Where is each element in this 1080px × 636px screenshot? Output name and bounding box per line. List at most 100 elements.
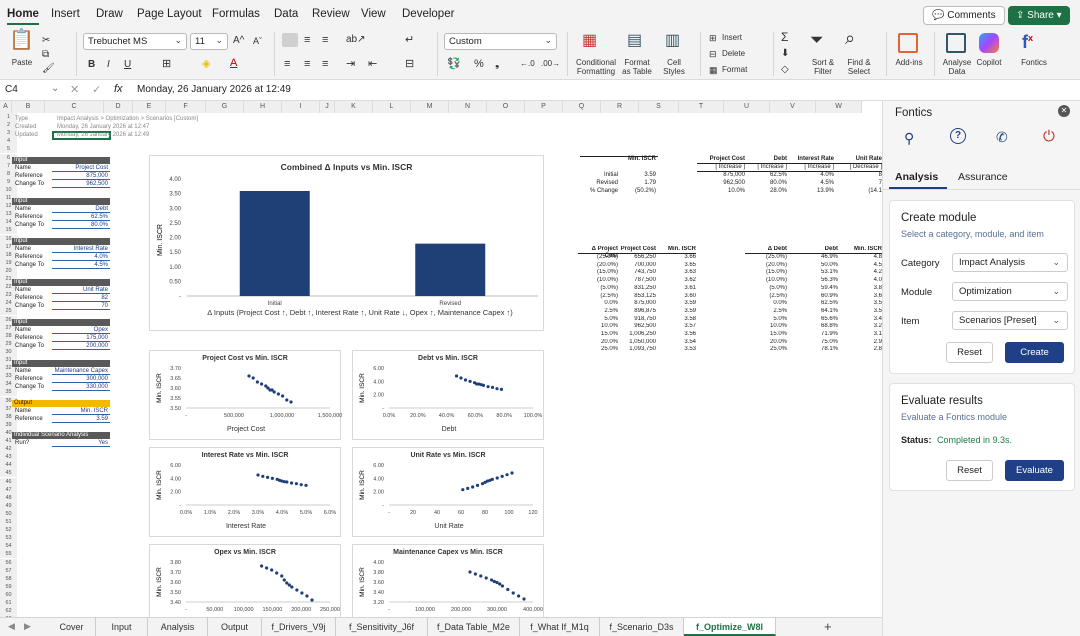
run-value[interactable]: Yes [52, 440, 110, 447]
scatter-chart[interactable]: Debt vs Min. ISCR Min. ISCR 6.00 4.00 2.00-0… [352, 350, 544, 440]
fill-color-icon[interactable]: ◈ [202, 57, 210, 71]
add-ins-label[interactable]: Add-ins [890, 58, 928, 67]
scatter-point[interactable] [461, 488, 465, 492]
row-header[interactable]: 5 [0, 145, 17, 154]
scatter-point[interactable] [500, 584, 504, 588]
row-header[interactable]: 58 [0, 574, 17, 583]
scatter-point[interactable] [475, 483, 480, 487]
enter-icon[interactable]: ✓ [92, 83, 101, 96]
input-change-to-value[interactable]: 80.0% [52, 221, 110, 229]
italic-button[interactable]: I [107, 58, 110, 72]
column-header[interactable]: G [206, 101, 244, 113]
row-header[interactable]: 54 [0, 542, 17, 551]
sheet-tab[interactable]: f_Optimize_W8l [684, 618, 776, 636]
paste-label[interactable]: Paste [8, 58, 36, 67]
tab-assurance[interactable]: Assurance [958, 171, 1008, 183]
row-header[interactable]: 55 [0, 550, 17, 559]
tab-formulas[interactable]: Formulas [212, 8, 260, 20]
scatter-point[interactable] [310, 598, 314, 602]
scatter-point[interactable] [463, 378, 468, 382]
borders-icon[interactable]: ⊞ [162, 57, 171, 71]
input-name-value[interactable]: Maintenance Capex [52, 367, 110, 375]
column-header[interactable]: C [45, 101, 104, 113]
column-header[interactable]: B [12, 101, 45, 113]
column-header[interactable]: Q [563, 101, 601, 113]
autosum-icon[interactable]: Σ [781, 30, 788, 44]
sheet-tab[interactable]: f_Drivers_V9j [262, 618, 336, 636]
scatter-point[interactable] [290, 481, 294, 485]
row-header[interactable]: 61 [0, 599, 17, 608]
scatter-point[interactable] [481, 383, 486, 387]
scatter-point[interactable] [285, 398, 289, 402]
decrease-decimal-icon[interactable]: .00→ [541, 57, 560, 71]
row-header[interactable]: 46 [0, 477, 17, 486]
delete-cells-label[interactable]: Delete [722, 49, 745, 58]
scatter-point[interactable] [299, 483, 303, 487]
scatter-point[interactable] [270, 568, 274, 572]
conditional-formatting-label[interactable]: Conditional Formatting [572, 58, 620, 76]
bold-button[interactable]: B [88, 58, 95, 72]
scatter-point[interactable] [266, 475, 270, 479]
increase-decimal-icon[interactable]: ←.0 [520, 57, 535, 71]
format-cells-icon[interactable]: ▦ [709, 63, 718, 77]
wrap-text-icon[interactable]: ↵ [405, 33, 414, 47]
connection-icon[interactable]: ⚲ [904, 130, 914, 147]
scatter-chart[interactable]: Opex vs Min. ISCR Min. ISCR 3.80 3.70 3.60 3.… [149, 544, 341, 617]
fx-icon[interactable]: fx [114, 83, 123, 95]
tab-insert[interactable]: Insert [51, 8, 80, 20]
scatter-point[interactable] [468, 379, 472, 383]
copilot-label[interactable]: Copilot [971, 58, 1007, 67]
find-select-label[interactable]: Find & Select [840, 58, 878, 76]
tab-page-layout[interactable]: Page Layout [137, 8, 202, 20]
scatter-point[interactable] [282, 578, 286, 582]
input-change-to-value[interactable]: 200,000 [52, 343, 110, 351]
row-header[interactable]: 59 [0, 582, 17, 591]
prev-sheet-icon[interactable]: ◀ [8, 621, 15, 632]
input-change-to-value[interactable]: 330,000 [52, 383, 110, 391]
tab-developer[interactable]: Developer [402, 8, 454, 20]
scatter-point[interactable] [289, 400, 293, 404]
scatter-point[interactable] [499, 387, 504, 391]
scatter-point[interactable] [251, 376, 255, 380]
combined-bar-chart[interactable]: Combined Δ Inputs vs Min. ISCR Min. ISCR… [149, 155, 544, 331]
bar[interactable] [415, 243, 486, 296]
percent-icon[interactable]: % [474, 57, 484, 71]
column-header[interactable]: A [0, 101, 12, 113]
help-icon[interactable]: ? [950, 128, 966, 144]
input-change-to-value[interactable]: 4.5% [52, 262, 110, 270]
row-header[interactable]: 43 [0, 453, 17, 462]
scatter-point[interactable] [265, 566, 269, 570]
align-left-icon[interactable]: ≡ [284, 57, 290, 71]
sheet-tab[interactable]: Output [208, 618, 262, 636]
scatter-point[interactable] [295, 588, 299, 592]
scatter-point[interactable] [256, 473, 260, 477]
power-icon[interactable]: ⏻ [1043, 128, 1055, 145]
scatter-point[interactable] [495, 580, 499, 585]
scatter-point[interactable] [281, 394, 285, 398]
evaluate-button[interactable]: Evaluate [1005, 460, 1064, 481]
scatter-point[interactable] [287, 583, 291, 587]
row-header[interactable]: 60 [0, 590, 17, 599]
tab-analysis[interactable]: Analysis [895, 171, 938, 183]
input-reference-value[interactable]: 175,000 [52, 335, 110, 343]
sort-filter-label[interactable]: Sort & Filter [804, 58, 842, 76]
scatter-point[interactable] [484, 576, 488, 580]
scatter-point[interactable] [247, 374, 251, 378]
scatter-point[interactable] [285, 581, 289, 585]
input-change-to-value[interactable]: 70 [52, 302, 110, 310]
row-header[interactable]: 44 [0, 461, 17, 470]
column-header[interactable]: E [133, 101, 166, 113]
input-reference-value[interactable]: 875,000 [52, 173, 110, 181]
scatter-point[interactable] [294, 482, 298, 486]
scatter-point[interactable] [276, 392, 280, 396]
column-header[interactable]: T [679, 101, 724, 113]
tab-view[interactable]: View [361, 8, 386, 20]
input-change-to-value[interactable]: 962,500 [52, 181, 110, 189]
scatter-point[interactable] [486, 385, 490, 389]
shrink-font-icon[interactable]: Aˇ [253, 34, 262, 48]
sort-filter-icon[interactable]: ⏷ [810, 31, 824, 48]
scatter-point[interactable] [272, 390, 276, 394]
scatter-point[interactable] [260, 564, 264, 568]
row-header[interactable]: 45 [0, 469, 17, 478]
clear-icon[interactable]: ◇ [781, 63, 789, 77]
